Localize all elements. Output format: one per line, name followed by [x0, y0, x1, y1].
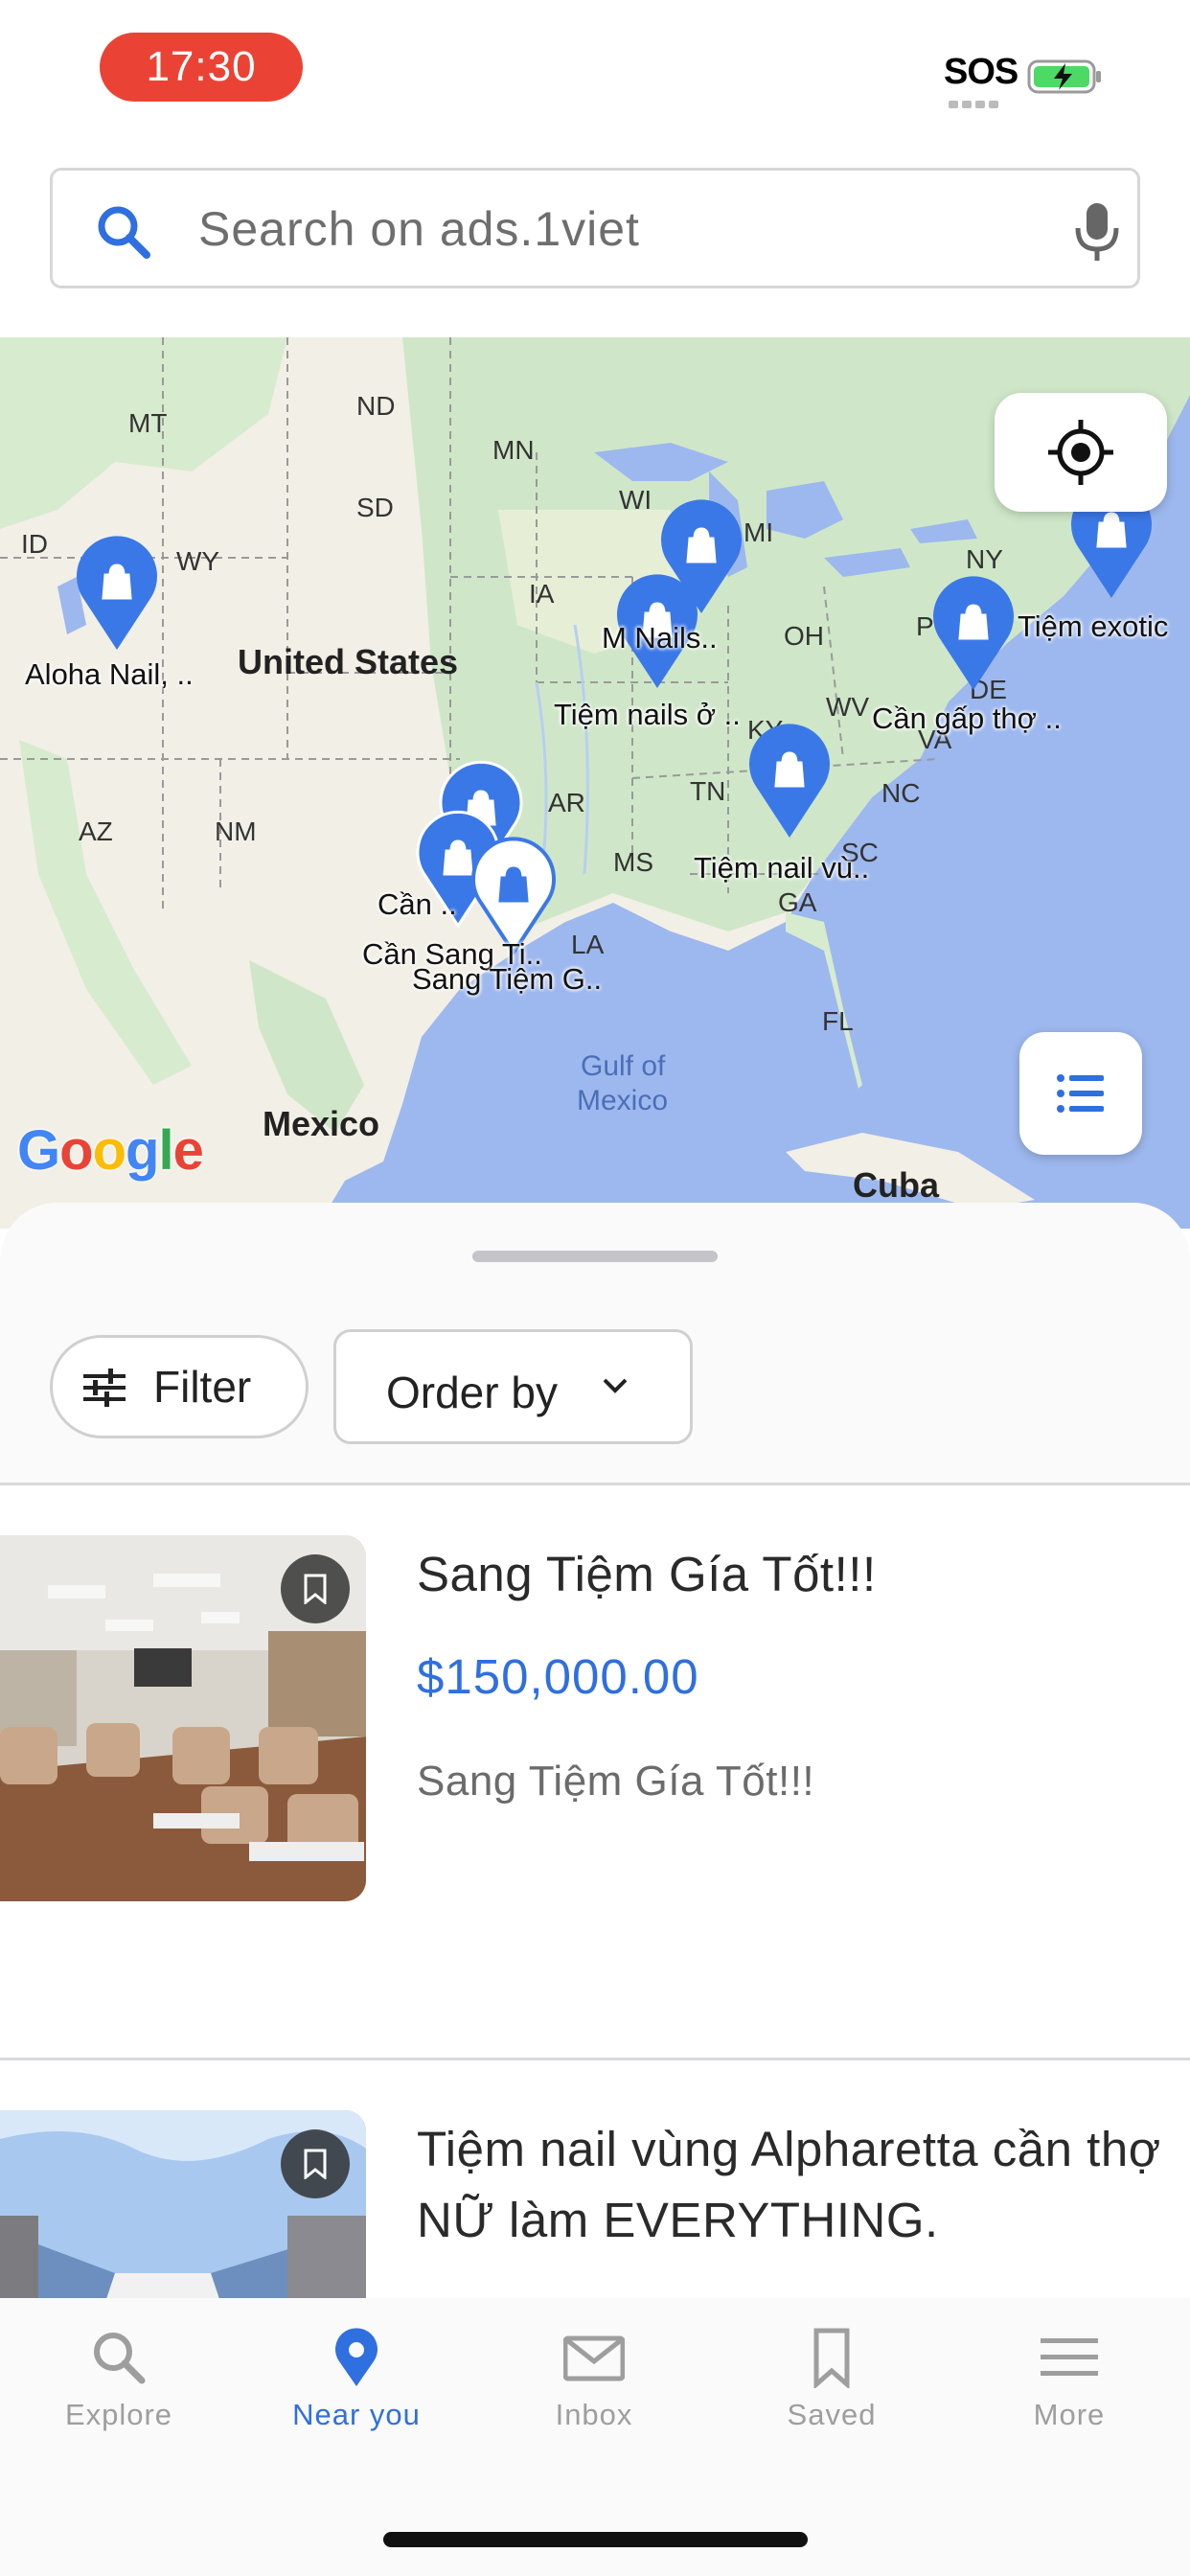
map-label-la: LA [571, 930, 605, 959]
nav-explore-label: Explore [64, 2398, 173, 2431]
nav-near-you-label: Near you [292, 2398, 421, 2431]
sheet-header: Filter Order by [0, 1203, 1190, 1485]
location-pin-icon [335, 2328, 378, 2386]
my-location-button[interactable] [995, 393, 1167, 512]
sos-indicator: SOS [944, 52, 1018, 92]
pin-label-can: Cần .. [378, 887, 457, 921]
order-by-dropdown[interactable]: Order by [333, 1329, 693, 1444]
map-label-ms: MS [613, 847, 653, 877]
google-logo: Google [17, 1119, 204, 1182]
pin-label-aloha-nail: Aloha Nail, .. [25, 657, 194, 691]
order-by-label: Order by [386, 1368, 558, 1417]
status-bar: 17:30 SOS [0, 0, 1190, 144]
nav-saved[interactable]: Saved [713, 2327, 950, 2461]
signal-dots-icon [949, 96, 1008, 108]
battery-charging-icon [1027, 59, 1101, 94]
pin-label-tiem-exotic: Tiệm exotic [1018, 610, 1169, 643]
map-label-nm: NM [215, 816, 257, 846]
listing-title[interactable]: Sang Tiệm Gía Tốt!!! [417, 1539, 1164, 1610]
pin-label-sang-tiem-g: Sang Tiệm G.. [412, 962, 603, 996]
home-indicator[interactable] [383, 2532, 808, 2547]
nav-saved-label: Saved [787, 2398, 877, 2431]
listing-divider [0, 2058, 1190, 2060]
nav-inbox-label: Inbox [555, 2398, 633, 2431]
search-icon [98, 206, 150, 259]
chevron-down-icon [603, 1378, 628, 1393]
nav-more-label: More [1033, 2398, 1106, 2431]
map-label-mexico: Mexico [263, 1104, 380, 1143]
menu-icon [1041, 2338, 1098, 2376]
search-icon [94, 2333, 146, 2384]
map-label-cuba: Cuba [853, 1165, 939, 1205]
results-sheet[interactable]: Filter Order by Sang Tiệm Gía Tốt!!! $15… [0, 1203, 1190, 2314]
nav-more[interactable]: More [950, 2327, 1188, 2461]
search-input[interactable] [198, 196, 965, 263]
filter-label: Filter [153, 1362, 252, 1412]
map-label-ny: NY [966, 544, 1003, 574]
pin-label-can-gap-tho: Cần gấp thợ .. [872, 702, 1062, 735]
map-label-az: AZ [79, 816, 113, 846]
map-pin-aloha-nail[interactable] [69, 533, 165, 652]
listing-price: $150,000.00 [417, 1649, 699, 1704]
microphone-icon[interactable] [1068, 199, 1126, 264]
map-label-ga: GA [778, 887, 817, 917]
bookmark-icon [813, 2328, 850, 2388]
pin-label-m-nails: M Nails.. [602, 621, 718, 655]
list-view-button[interactable] [1019, 1032, 1142, 1155]
map-label-gulf-1: Gulf of [581, 1050, 666, 1082]
map-label-wi: WI [619, 485, 652, 515]
map-label-united-states: United States [238, 642, 459, 681]
bookmark-icon [304, 1574, 327, 1604]
nav-inbox[interactable]: Inbox [475, 2327, 713, 2461]
map-pin-tiem-nail-vung[interactable] [742, 721, 837, 840]
listing-card[interactable]: Tiệm nail vùng Alpharetta cần thợ NỮ làm… [0, 2110, 1190, 2314]
status-time: 17:30 [100, 33, 303, 102]
crosshair-icon [1048, 420, 1113, 485]
map-label-ia: IA [529, 579, 555, 609]
search-bar[interactable] [50, 168, 1140, 288]
drag-handle[interactable] [472, 1251, 718, 1262]
sliders-icon [83, 1368, 126, 1407]
map-label-mt: MT [128, 408, 168, 438]
map-label-mn: MN [492, 435, 535, 465]
mail-icon [563, 2335, 625, 2381]
map-label-ar: AR [548, 788, 585, 817]
map-label-oh: OH [784, 621, 824, 651]
map-label-wy: WY [176, 546, 220, 576]
listing-description: Sang Tiệm Gía Tốt!!! [417, 1758, 815, 1805]
map-label-fl: FL [822, 1006, 854, 1036]
listing-title[interactable]: Tiệm nail vùng Alpharetta cần thợ NỮ làm… [417, 2114, 1164, 2256]
bookmark-icon [304, 2149, 327, 2179]
map-label-nd: ND [356, 391, 396, 421]
listing-card[interactable]: Sang Tiệm Gía Tốt!!! $150,000.00 Sang Ti… [0, 1535, 1190, 1901]
nav-explore[interactable]: Explore [0, 2327, 238, 2461]
map-label-wv: WV [826, 692, 870, 722]
map-label-tn: TN [690, 776, 726, 806]
save-listing-button[interactable] [281, 2129, 350, 2198]
pin-label-tiem-nails-o: Tiệm nails ở .. [554, 698, 741, 731]
list-icon [1057, 1074, 1104, 1113]
filter-button[interactable]: Filter [50, 1335, 309, 1438]
map-pin-can-gap-tho[interactable] [926, 573, 1021, 692]
map-label-sd: SD [356, 493, 394, 522]
nav-near-you[interactable]: Near you [238, 2327, 475, 2461]
pin-label-tiem-nail-vung: Tiệm nail vù.. [694, 851, 870, 885]
save-listing-button[interactable] [281, 1554, 350, 1623]
map-label-nc: NC [881, 778, 921, 808]
map-view[interactable]: MT ND MN SD WY ID WI MI IA OH NY WV VA D… [0, 337, 1190, 1229]
map-label-id: ID [21, 529, 48, 559]
map-label-gulf-2: Mexico [577, 1085, 669, 1116]
